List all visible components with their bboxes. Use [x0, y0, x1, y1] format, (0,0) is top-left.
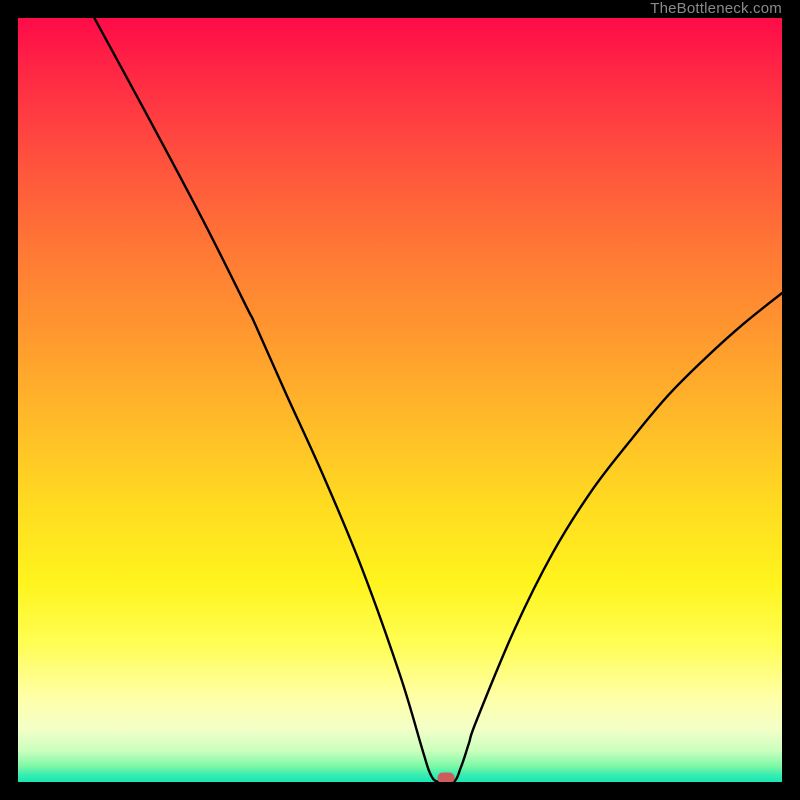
watermark-text: TheBottleneck.com	[650, 0, 782, 18]
gradient-background	[18, 18, 782, 782]
plot-area	[18, 18, 782, 782]
optimal-point-marker	[437, 773, 454, 782]
chart-container: TheBottleneck.com	[0, 0, 800, 800]
